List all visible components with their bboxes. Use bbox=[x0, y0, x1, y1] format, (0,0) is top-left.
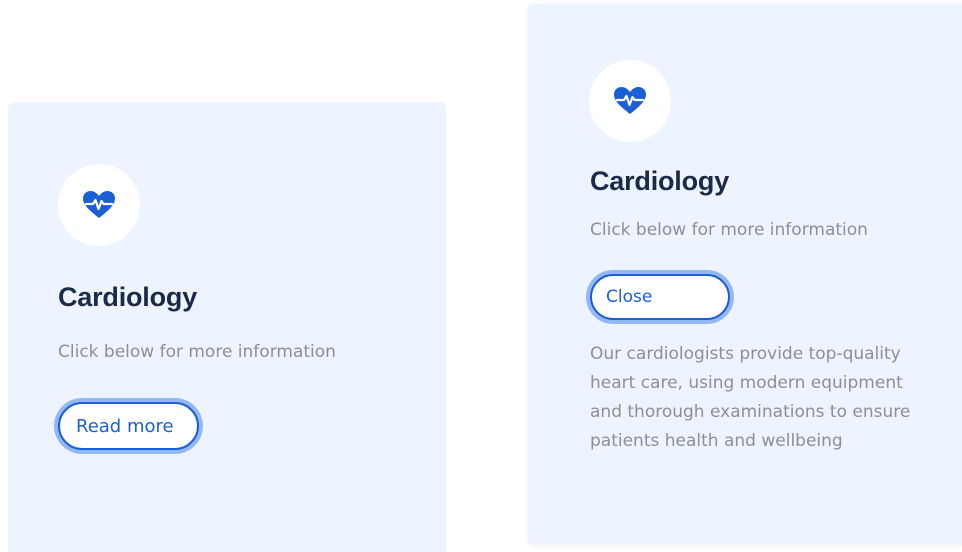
card-details-text: Our cardiologists provide top-quality he… bbox=[590, 344, 911, 451]
service-card-cardiology-collapsed: Cardiology Click below for more informat… bbox=[8, 102, 446, 552]
card-title: Cardiology bbox=[58, 282, 198, 312]
heart-pulse-icon bbox=[614, 87, 646, 114]
icon-badge bbox=[589, 60, 671, 142]
icon-badge bbox=[58, 164, 140, 246]
services-section: Cardiology Click below for more informat… bbox=[0, 0, 962, 552]
heart-pulse-icon bbox=[83, 191, 115, 218]
card-title: Cardiology bbox=[590, 166, 730, 196]
close-button[interactable]: Close bbox=[590, 274, 730, 320]
card-subtitle: Click below for more information bbox=[58, 342, 336, 362]
card-subtitle: Click below for more information bbox=[590, 220, 868, 240]
read-more-button[interactable]: Read more bbox=[58, 402, 199, 450]
service-card-cardiology-expanded: Cardiology Click below for more informat… bbox=[528, 4, 962, 544]
